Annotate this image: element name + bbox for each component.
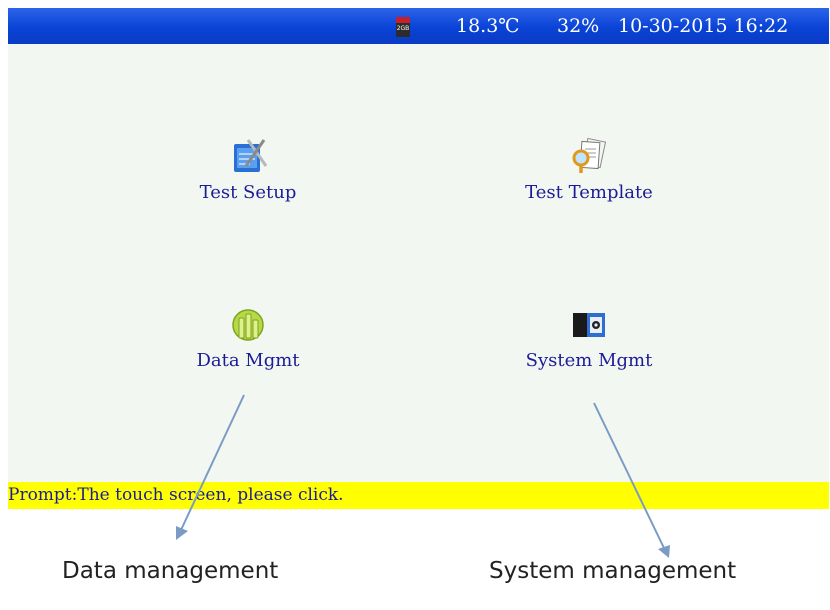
caption-data-management: Data management bbox=[62, 558, 279, 584]
arrow-data-management bbox=[176, 394, 245, 540]
annotation-arrows bbox=[176, 394, 670, 558]
caption-system-management: System management bbox=[489, 558, 737, 584]
arrow-system-management bbox=[593, 402, 670, 558]
